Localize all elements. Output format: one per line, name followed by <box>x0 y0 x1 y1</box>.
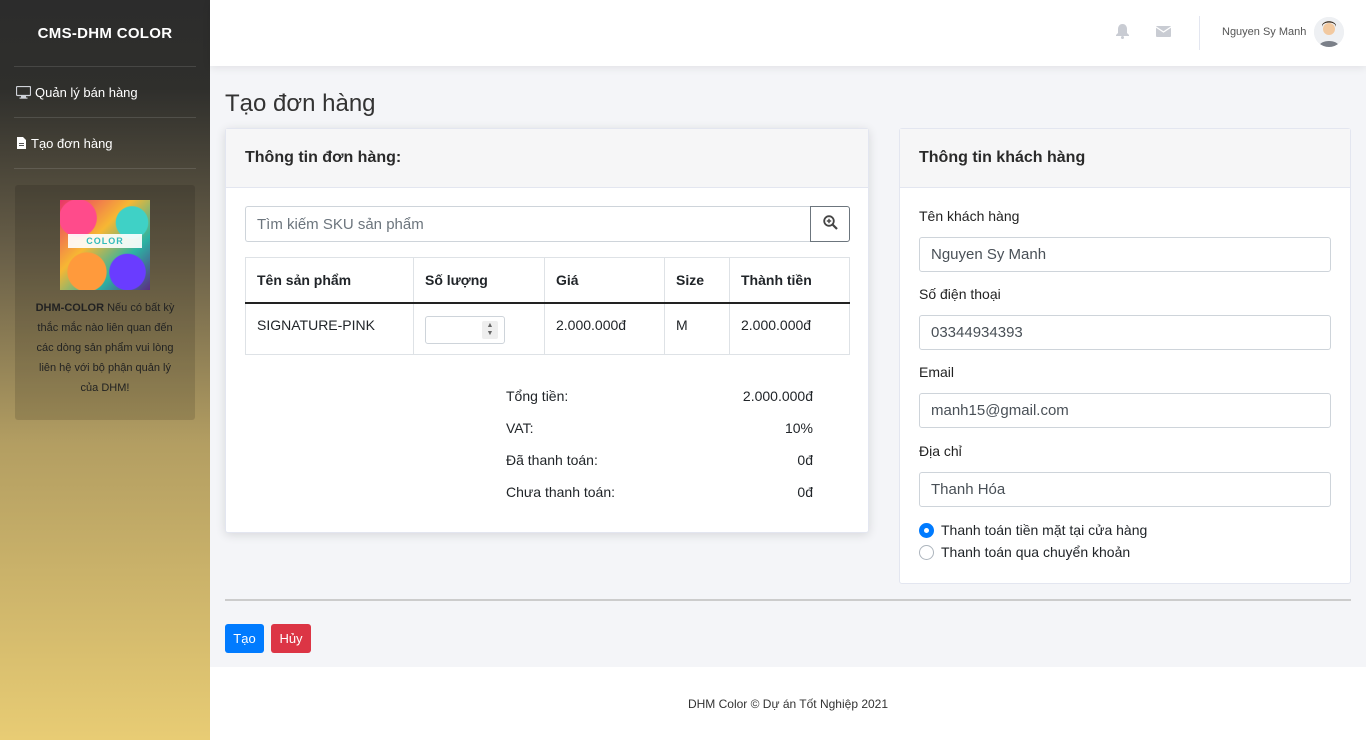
promo-logo-text: COLOR <box>68 234 142 248</box>
cell-price: 2.000.000đ <box>544 302 665 355</box>
summary-label: VAT: <box>506 420 534 436</box>
phone-field[interactable] <box>919 315 1331 350</box>
summary-label: Chưa thanh toán: <box>506 484 616 500</box>
table-header-row: Tên sản phẩm Số lượng Giá Size Thành tiề… <box>245 257 850 304</box>
sidebar: CMS-DHM COLOR Quản lý bán hàng Tạo đơn h… <box>0 0 210 740</box>
promo-description: Nếu có bất kỳ thắc mắc nào liên quan đến… <box>36 302 175 394</box>
payment-option-cash[interactable]: Thanh toán tiền mặt tại cửa hàng <box>919 522 1147 538</box>
sidebar-item-sales-management[interactable]: Quản lý bán hàng <box>0 67 210 117</box>
brand-logo[interactable]: CMS-DHM COLOR <box>0 0 210 66</box>
summary-value: 10% <box>784 420 813 436</box>
avatar[interactable] <box>1314 17 1344 47</box>
payment-option-label: Thanh toán tiền mặt tại cửa hàng <box>941 522 1148 538</box>
customer-name-group: Tên khách hàng <box>919 208 1331 272</box>
payment-option-label: Thanh toán qua chuyển khoản <box>941 544 1131 560</box>
customer-card: Thông tin khách hàng Tên khách hàng Số đ… <box>899 128 1351 584</box>
summary-label: Đã thanh toán: <box>506 452 598 468</box>
payment-option-transfer[interactable]: Thanh toán qua chuyển khoản <box>919 544 1130 560</box>
summary-row-total: Tổng tiền: 2.000.000đ <box>506 388 813 420</box>
address-field[interactable] <box>919 472 1331 507</box>
address-label: Địa chỉ <box>919 443 962 459</box>
column-header-price: Giá <box>544 257 665 304</box>
sidebar-item-label: Tạo đơn hàng <box>31 135 113 151</box>
divider <box>14 168 196 169</box>
zoom-in-icon <box>822 215 838 233</box>
customer-card-header: Thông tin khách hàng <box>900 129 1350 188</box>
column-header-total: Thành tiền <box>729 257 850 304</box>
customer-name-field[interactable] <box>919 237 1331 272</box>
order-card: Thông tin đơn hàng: Tên sản phẩm Số lượn… <box>225 128 869 533</box>
summary-row-vat: VAT: 10% <box>506 420 813 452</box>
page-title: Tạo đơn hàng <box>225 90 376 117</box>
divider <box>225 599 1351 601</box>
phone-group: Số điện thoại <box>919 286 1331 350</box>
column-header-product-name: Tên sản phẩm <box>245 257 414 304</box>
cell-total: 2.000.000đ <box>729 302 850 355</box>
topbar: Nguyen Sy Manh <box>210 0 1366 66</box>
customer-name-label: Tên khách hàng <box>919 208 1020 224</box>
bell-icon[interactable] <box>1116 24 1132 40</box>
footer: DHM Color © Dự án Tốt Nghiệp 2021 <box>210 667 1366 740</box>
summary-label: Tổng tiền: <box>506 388 569 404</box>
promo-text: DHM-COLOR Nếu có bất kỳ thắc mắc nào liê… <box>31 298 179 398</box>
address-group: Địa chỉ <box>919 443 1331 507</box>
phone-label: Số điện thoại <box>919 286 1001 302</box>
column-header-quantity: Số lượng <box>413 257 545 304</box>
product-table: Tên sản phẩm Số lượng Giá Size Thành tiề… <box>245 257 850 355</box>
radio-button-checked[interactable] <box>919 522 934 538</box>
email-field[interactable] <box>919 393 1331 428</box>
file-icon <box>15 135 27 151</box>
sidebar-item-create-order[interactable]: Tạo đơn hàng <box>0 118 210 168</box>
monitor-icon <box>15 84 31 100</box>
summary-value: 2.000.000đ <box>742 388 813 404</box>
topbar-divider <box>1199 16 1200 50</box>
promo-card: COLOR DHM-COLOR Nếu có bất kỳ thắc mắc n… <box>15 185 195 420</box>
create-button[interactable]: Tạo <box>225 624 264 653</box>
footer-text: DHM Color © Dự án Tốt Nghiệp 2021 <box>687 696 889 711</box>
cell-size: M <box>664 302 730 355</box>
summary-value: 0đ <box>797 484 813 500</box>
quantity-stepper[interactable]: ▲ ▼ <box>425 315 505 344</box>
envelope-icon[interactable] <box>1155 24 1172 40</box>
email-label: Email <box>919 364 955 380</box>
cell-quantity: ▲ ▼ <box>413 302 545 355</box>
sidebar-item-label: Quản lý bán hàng <box>35 84 138 100</box>
user-name[interactable]: Nguyen Sy Manh <box>1222 26 1306 38</box>
spinner-arrows-icon[interactable]: ▲ ▼ <box>482 320 498 339</box>
column-header-size: Size <box>664 257 730 304</box>
promo-logo-image: COLOR <box>60 200 150 290</box>
cell-product-name: SIGNATURE-PINK <box>245 302 414 355</box>
order-card-header: Thông tin đơn hàng: <box>226 129 868 188</box>
radio-button[interactable] <box>919 544 934 560</box>
cancel-button[interactable]: Hủy <box>271 624 311 653</box>
search-button[interactable] <box>810 206 850 242</box>
promo-brand: DHM-COLOR <box>35 302 105 314</box>
summary-row-unpaid: Chưa thanh toán: 0đ <box>506 484 813 516</box>
sku-search-input[interactable] <box>245 206 810 242</box>
email-group: Email <box>919 364 1331 428</box>
summary-value: 0đ <box>797 452 813 468</box>
summary-row-paid: Đã thanh toán: 0đ <box>506 452 813 484</box>
order-summary: Tổng tiền: 2.000.000đ VAT: 10% Đã thanh … <box>506 388 813 516</box>
sku-search <box>245 206 850 242</box>
table-row: SIGNATURE-PINK ▲ ▼ 2.000.000đ M 2.000.000… <box>245 302 850 355</box>
